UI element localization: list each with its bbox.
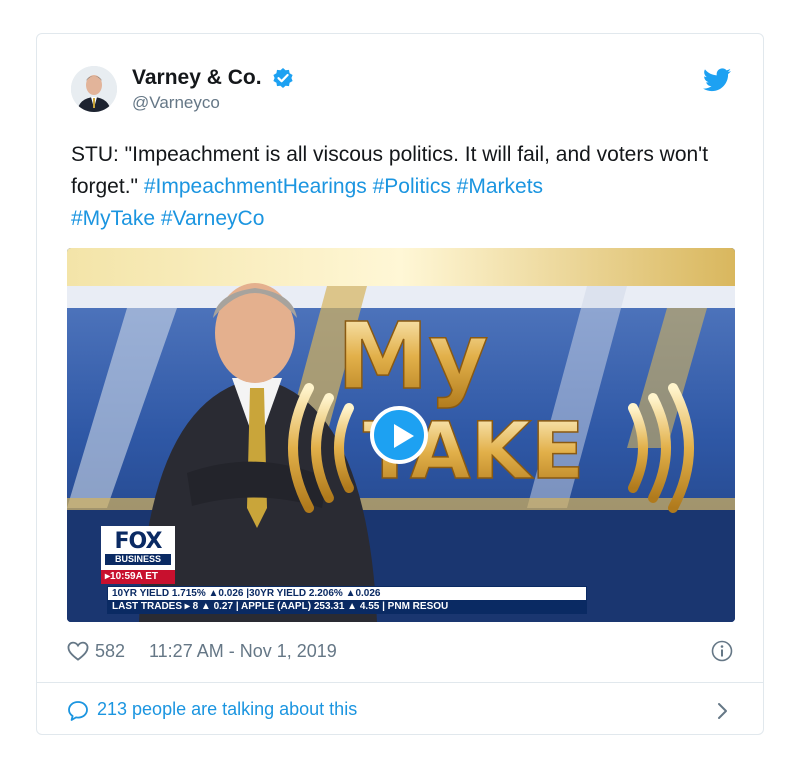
video-thumbnail[interactable]: My TAKE FOX BUSINESS ▸10:59A ET 10YR YIE…: [67, 248, 735, 622]
chevron-right-icon[interactable]: [717, 702, 729, 720]
play-button[interactable]: [370, 406, 428, 464]
ticker-row-trades: LAST TRADES ▸ 8 ▲ 0.27 | APPLE (AAPL) 25…: [108, 600, 586, 614]
hashtag-link[interactable]: #ImpeachmentHearings: [144, 175, 367, 198]
display-name[interactable]: Varney & Co.: [132, 66, 262, 90]
avatar[interactable]: [71, 66, 117, 112]
heart-icon[interactable]: [67, 641, 89, 661]
tweet-meta: 582 11:27 AM - Nov 1, 2019: [67, 638, 735, 666]
tweet-timestamp[interactable]: 11:27 AM - Nov 1, 2019: [149, 641, 337, 662]
handle[interactable]: @Varneyco: [132, 93, 294, 113]
tweet-text: STU: "Impeachment is all viscous politic…: [71, 139, 731, 235]
twitter-bird-icon[interactable]: [703, 68, 731, 92]
ticker-row-yields: 10YR YIELD 1.715% ▲0.026 |30YR YIELD 2.2…: [112, 588, 381, 599]
verified-badge-icon: [272, 67, 294, 89]
speech-bubble-icon: [67, 700, 89, 722]
talking-count-text[interactable]: 213 people are talking about this: [97, 699, 357, 720]
tweet-header: Varney & Co. @Varneyco: [71, 62, 731, 122]
market-ticker: 10YR YIELD 1.715% ▲0.026 |30YR YIELD 2.2…: [107, 586, 587, 614]
hashtag-link[interactable]: #Politics: [373, 175, 451, 198]
hashtag-link[interactable]: #MyTake: [71, 207, 155, 230]
fox-logo-word: FOX: [114, 529, 163, 554]
footer-divider: [37, 682, 763, 683]
fox-logo-sub: BUSINESS: [105, 554, 171, 565]
tweet-card: Varney & Co. @Varneyco STU: "Impeachment…: [36, 33, 764, 735]
author-names: Varney & Co. @Varneyco: [132, 66, 294, 113]
my-take-title-line1: My: [337, 303, 489, 410]
broadcast-time-badge: ▸10:59A ET: [101, 570, 175, 584]
hashtag-link[interactable]: #VarneyCo: [161, 207, 265, 230]
hashtag-link[interactable]: #Markets: [457, 175, 543, 198]
info-icon[interactable]: [711, 640, 733, 662]
like-count[interactable]: 582: [95, 641, 125, 662]
conversation-link[interactable]: 213 people are talking about this: [67, 696, 735, 726]
